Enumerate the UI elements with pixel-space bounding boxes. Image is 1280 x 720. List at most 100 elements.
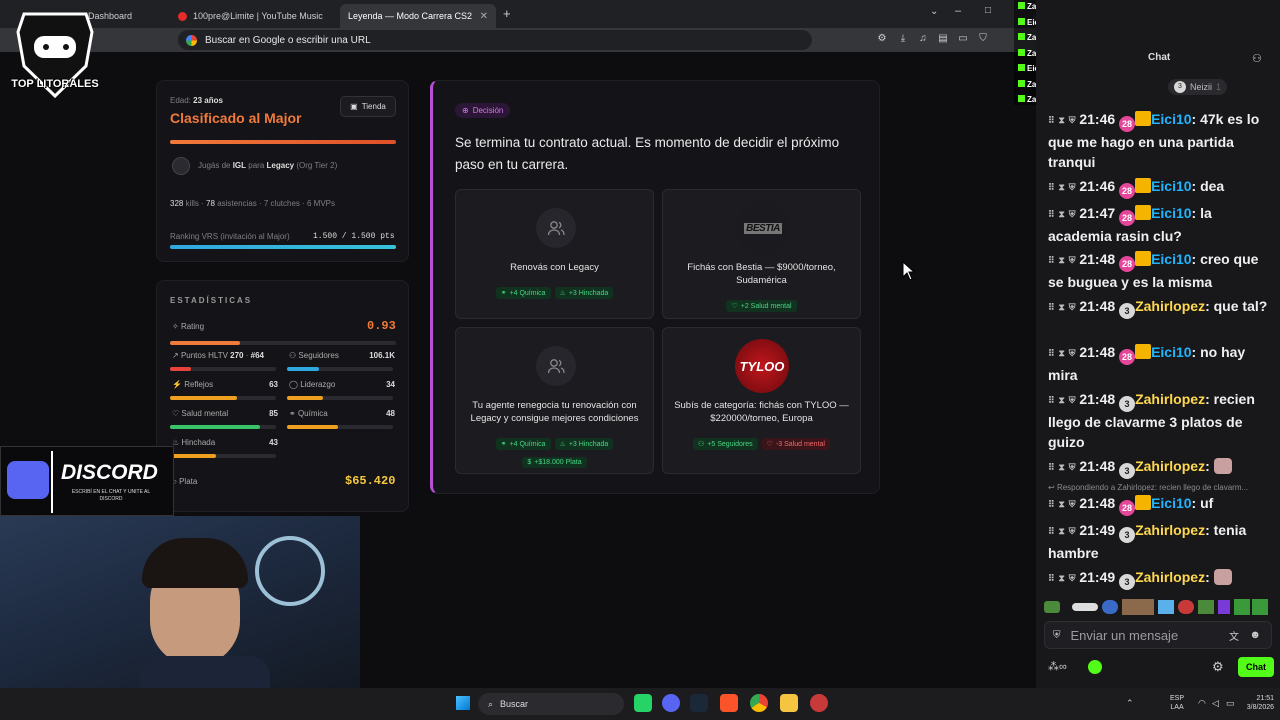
effect-chip: ⚭ +4 Química bbox=[495, 287, 551, 299]
shop-button[interactable]: ▣ Tienda bbox=[340, 96, 396, 117]
chat-message[interactable]: ⠿ ⧗ ⛨ 21:48 3 Zahirlopez: que tal? bbox=[1048, 296, 1268, 319]
tab-modo-carrera[interactable]: Leyenda — Modo Carrera CS2 ✕ bbox=[340, 4, 496, 28]
team-mid: para bbox=[248, 161, 265, 170]
chat-username[interactable]: Zahirlopez bbox=[1135, 522, 1205, 538]
maximize-icon[interactable]: □ bbox=[985, 5, 991, 16]
battery-icon[interactable]: ▭ bbox=[1226, 698, 1235, 709]
app-icon[interactable] bbox=[810, 694, 828, 712]
emote-icon[interactable] bbox=[1044, 601, 1060, 613]
crown-icon bbox=[1135, 344, 1152, 359]
hourglass-icon: ⧗ bbox=[1058, 182, 1065, 192]
new-tab-icon[interactable]: + bbox=[503, 6, 511, 21]
option-tyloo[interactable]: TYLOO Subís de categoría: fichás con TYL… bbox=[662, 327, 861, 474]
kick-icon[interactable] bbox=[1088, 660, 1102, 674]
emote-icon[interactable] bbox=[1234, 599, 1250, 615]
language-indicator[interactable]: ESP LAA bbox=[1170, 694, 1184, 712]
chat-username[interactable]: Zahirlopez bbox=[1135, 569, 1205, 585]
chat-message[interactable]: ⠿ ⧗ ⛨ 21:49 3 Zahirlopez: tenia hambre bbox=[1048, 520, 1268, 563]
translate-icon[interactable]: 文 bbox=[1229, 628, 1239, 643]
stat-bar-fill bbox=[170, 425, 261, 429]
chat-message[interactable]: ⠿ ⧗ ⛨ 21:48 28 Eici10: creo que se buguea… bbox=[1048, 249, 1268, 292]
extension-icon[interactable]: ⚙ bbox=[876, 33, 888, 45]
chrome-icon[interactable] bbox=[750, 694, 768, 712]
option-renew-legacy[interactable]: Renovás con Legacy ⚭ +4 Química ♨ +3 Hincha… bbox=[455, 189, 654, 319]
emote-icon[interactable] bbox=[1252, 599, 1268, 615]
divider bbox=[51, 451, 53, 513]
emote-icon[interactable] bbox=[1102, 600, 1118, 614]
kick-badge-icon bbox=[1018, 33, 1025, 40]
emote-icon[interactable] bbox=[1072, 603, 1098, 611]
discord-taskbar-icon[interactable] bbox=[662, 694, 680, 712]
wallet-icon[interactable]: ▭ bbox=[957, 33, 969, 45]
music-icon[interactable]: ♫ bbox=[917, 33, 929, 45]
download-icon[interactable]: ⤓ bbox=[897, 33, 909, 45]
emote-icon[interactable] bbox=[1218, 600, 1230, 614]
emote-bar[interactable] bbox=[1042, 598, 1268, 616]
chevron-down-icon[interactable]: ⌄ bbox=[930, 6, 938, 17]
volume-icon[interactable]: ◁ bbox=[1212, 698, 1219, 709]
chat-message[interactable]: ⠿ ⧗ ⛨ 21:48 28 Eici10: uf bbox=[1048, 493, 1268, 516]
wifi-icon[interactable]: ◠ bbox=[1198, 698, 1206, 709]
link-icon: ⚭ bbox=[500, 441, 507, 448]
chat-username[interactable]: Zahirlopez bbox=[1135, 391, 1205, 407]
chat-message[interactable]: ⠿ ⧗ ⛨ 21:46 28 Eici10: dea bbox=[1048, 176, 1268, 199]
users-icon[interactable]: ⚇ bbox=[1252, 52, 1262, 65]
brave-icon[interactable] bbox=[720, 694, 738, 712]
chat-username[interactable]: Zahirlopez bbox=[1135, 298, 1205, 314]
taskbar-search[interactable]: ⌕ Buscar bbox=[478, 693, 624, 715]
chat-username[interactable]: Eici10 bbox=[1151, 205, 1191, 221]
option-renegotiate[interactable]: Tu agente renegocia tu renovación con Le… bbox=[455, 327, 654, 474]
points-icon[interactable]: ⁂∞ bbox=[1048, 660, 1067, 673]
stat-label-text: Liderazgo bbox=[300, 380, 336, 389]
emote-icon[interactable] bbox=[1198, 600, 1214, 614]
heart-icon: ♡ bbox=[766, 441, 773, 448]
emote-icon bbox=[1213, 569, 1232, 585]
emote-icon[interactable] bbox=[1122, 599, 1154, 615]
whatsapp-icon[interactable] bbox=[634, 694, 652, 712]
bestia-logo: BESTIA bbox=[736, 201, 790, 255]
emote-icon[interactable] bbox=[1178, 600, 1194, 614]
chat-message[interactable]: ⠿ ⧗ ⛨ 21:46 28 Eici10: 47k es lo que me h… bbox=[1048, 109, 1268, 172]
chat-username[interactable]: Eici10 bbox=[1151, 111, 1191, 127]
crown-icon bbox=[1135, 111, 1152, 126]
send-chat-button[interactable]: Chat bbox=[1238, 657, 1274, 677]
chat-message[interactable]: ⠿ ⧗ ⛨ 21:47 28 Eici10: la academia rasin … bbox=[1048, 203, 1268, 246]
emote-icon[interactable] bbox=[1158, 600, 1174, 614]
money-value: $65.420 bbox=[345, 474, 396, 488]
chat-username[interactable]: Eici10 bbox=[1151, 251, 1191, 267]
shield-badge-icon: ⛨ bbox=[1068, 348, 1076, 358]
tab-youtube-music[interactable]: 100pre@Limite | YouTube Music bbox=[170, 4, 336, 28]
windows-start-icon[interactable] bbox=[456, 696, 470, 710]
chat-message[interactable]: ⠿ ⧗ ⛨ 21:49 3 Zahirlopez: bbox=[1048, 567, 1268, 590]
chat-message[interactable]: ⠿ ⧗ ⛨ 21:48 28 Eici10: no hay mira bbox=[1048, 342, 1268, 385]
chat-input[interactable]: ⛨ Enviar un mensaje 文 ☻ bbox=[1044, 621, 1272, 649]
shield-icon[interactable]: ⛉ bbox=[977, 33, 989, 45]
viewer-count: 1 bbox=[1216, 82, 1222, 92]
close-tab-icon[interactable]: ✕ bbox=[480, 11, 488, 22]
sub-badge-icon: 3 bbox=[1119, 303, 1136, 319]
chat-username[interactable]: Eici10 bbox=[1151, 344, 1191, 360]
option-bestia[interactable]: BESTIA Fichás con Bestia — $9000/torneo,… bbox=[662, 189, 861, 319]
steam-icon[interactable] bbox=[690, 694, 708, 712]
address-input[interactable]: Buscar en Google o escribir una URL bbox=[178, 30, 812, 50]
clock[interactable]: 21:51 3/8/2026 bbox=[1236, 694, 1274, 712]
emoji-icon[interactable]: ☻ bbox=[1249, 629, 1261, 641]
effect-chip: ♨ +3 Hinchada bbox=[554, 438, 614, 450]
discord-overlay: DISCORD ESCRIBÍ EN EL CHAT Y UNITE AL DI… bbox=[0, 446, 174, 516]
chat-username[interactable]: Eici10 bbox=[1151, 495, 1191, 511]
chat-message[interactable]: ⠿ ⧗ ⛨ 21:48 3 Zahirlopez: recien llego de… bbox=[1048, 389, 1268, 452]
effect-chip-negative: ♡ -3 Salud mental bbox=[761, 438, 830, 450]
chip-text: +5 Seguidores bbox=[707, 440, 753, 448]
drag-icon: ⠿ bbox=[1048, 182, 1055, 192]
heart-icon: ♡ bbox=[172, 409, 180, 418]
sidebar-icon[interactable]: ▤ bbox=[937, 33, 949, 45]
fan-icon bbox=[255, 536, 325, 606]
chat-username[interactable]: Zahirlopez bbox=[1135, 458, 1205, 474]
browser-tab-bar: Dashboard 100pre@Limite | YouTube Music … bbox=[0, 0, 1036, 28]
chat-message[interactable]: ⠿ ⧗ ⛨ 21:48 3 Zahirlopez: bbox=[1048, 456, 1268, 479]
minimize-icon[interactable]: – bbox=[955, 5, 961, 17]
chevron-up-icon[interactable]: ⌃ bbox=[1126, 698, 1134, 709]
chat-username[interactable]: Eici10 bbox=[1151, 178, 1191, 194]
file-explorer-icon[interactable] bbox=[780, 694, 798, 712]
settings-gear-icon[interactable]: ⚙ bbox=[1212, 659, 1224, 675]
